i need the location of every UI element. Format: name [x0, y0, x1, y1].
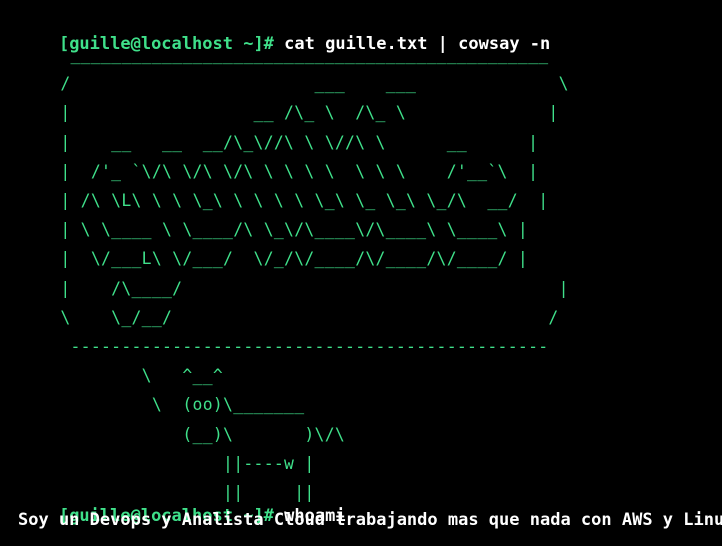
whoami-output: Soy un Devops y Analista Cloud trabajand… [18, 510, 722, 530]
terminal-window[interactable]: [guille@localhost ~]# cat guille.txt | c… [0, 0, 722, 544]
cowsay-output: ________________________________________… [60, 45, 569, 503]
